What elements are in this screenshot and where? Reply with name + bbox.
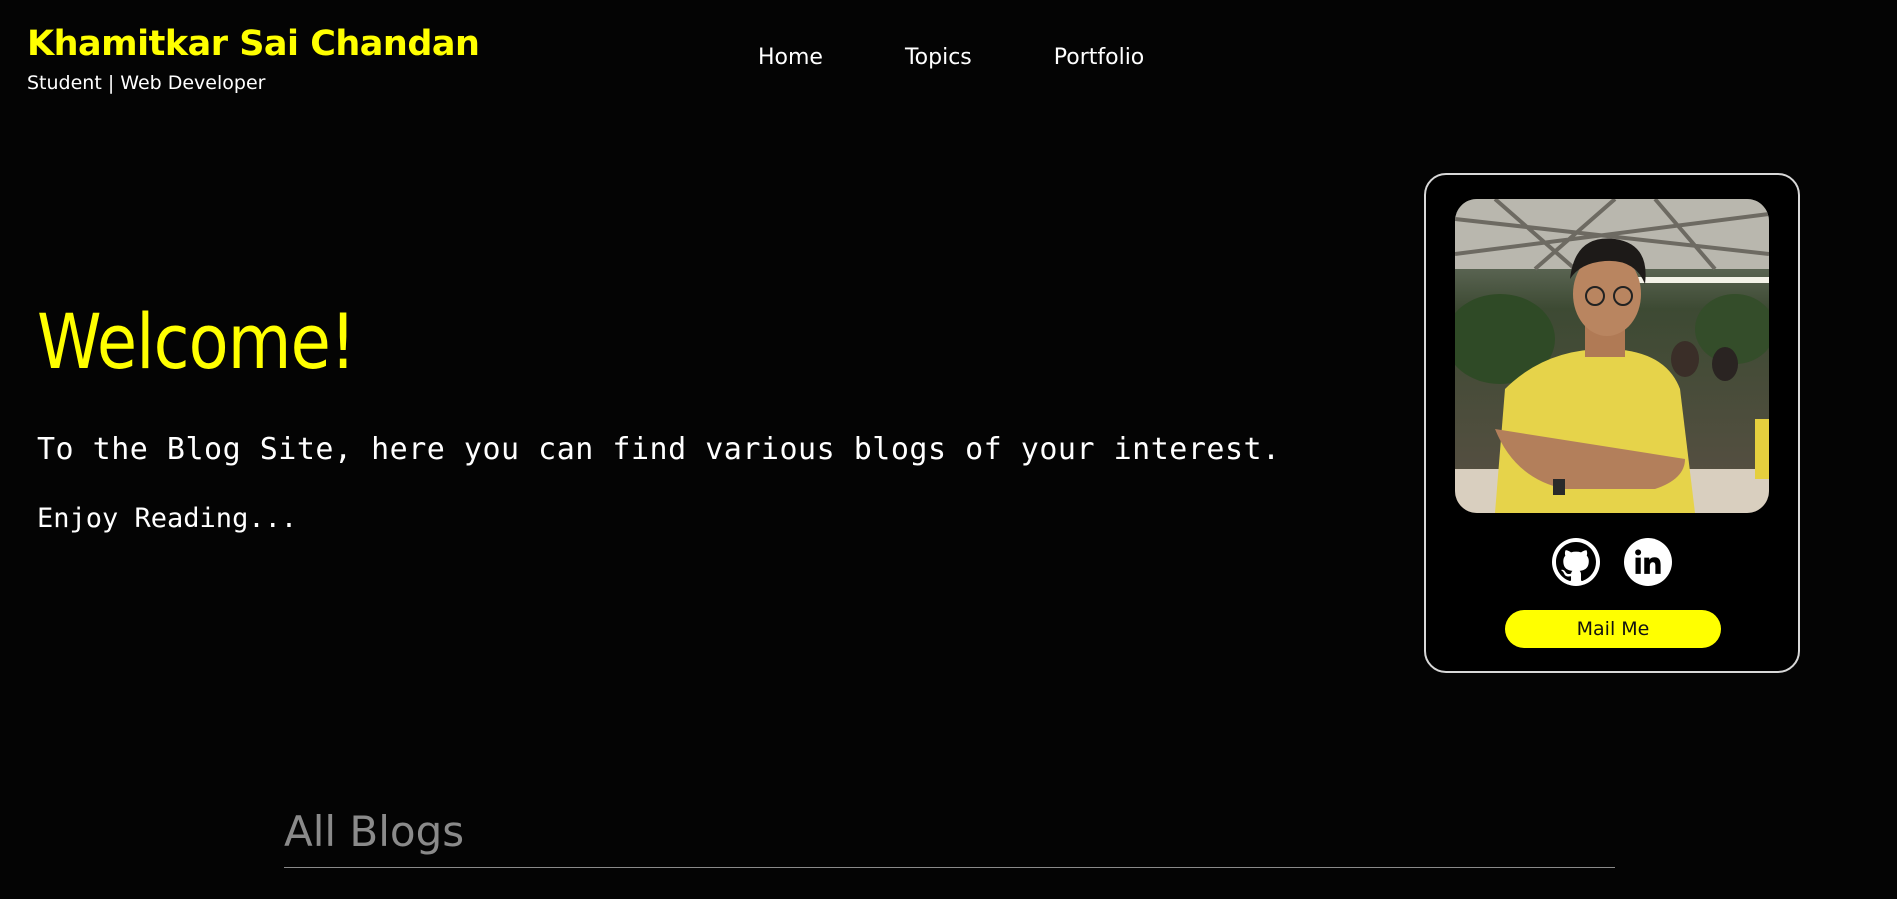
- all-blogs-heading: All Blogs: [284, 807, 465, 856]
- nav-topics[interactable]: Topics: [905, 44, 972, 72]
- hero-subtext: Enjoy Reading...: [37, 503, 298, 534]
- mail-me-button[interactable]: Mail Me: [1505, 610, 1721, 648]
- social-links: [1426, 538, 1798, 586]
- site-title[interactable]: Khamitkar Sai Chandan: [27, 22, 480, 66]
- hero-text: To the Blog Site, here you can find vari…: [37, 432, 1281, 467]
- hero-title: Welcome!: [37, 297, 356, 386]
- page: Khamitkar Sai Chandan Student | Web Deve…: [0, 0, 1897, 899]
- profile-card: Mail Me: [1424, 173, 1800, 673]
- brand: Khamitkar Sai Chandan Student | Web Deve…: [27, 22, 480, 94]
- nav-home[interactable]: Home: [758, 44, 823, 72]
- section-divider: [284, 867, 1615, 868]
- github-icon[interactable]: [1552, 538, 1600, 586]
- nav-portfolio[interactable]: Portfolio: [1054, 44, 1145, 72]
- profile-photo: [1455, 199, 1769, 513]
- main-nav: Home Topics Portfolio: [758, 44, 1226, 72]
- site-tagline: Student | Web Developer: [27, 72, 266, 94]
- linkedin-icon[interactable]: [1624, 538, 1672, 586]
